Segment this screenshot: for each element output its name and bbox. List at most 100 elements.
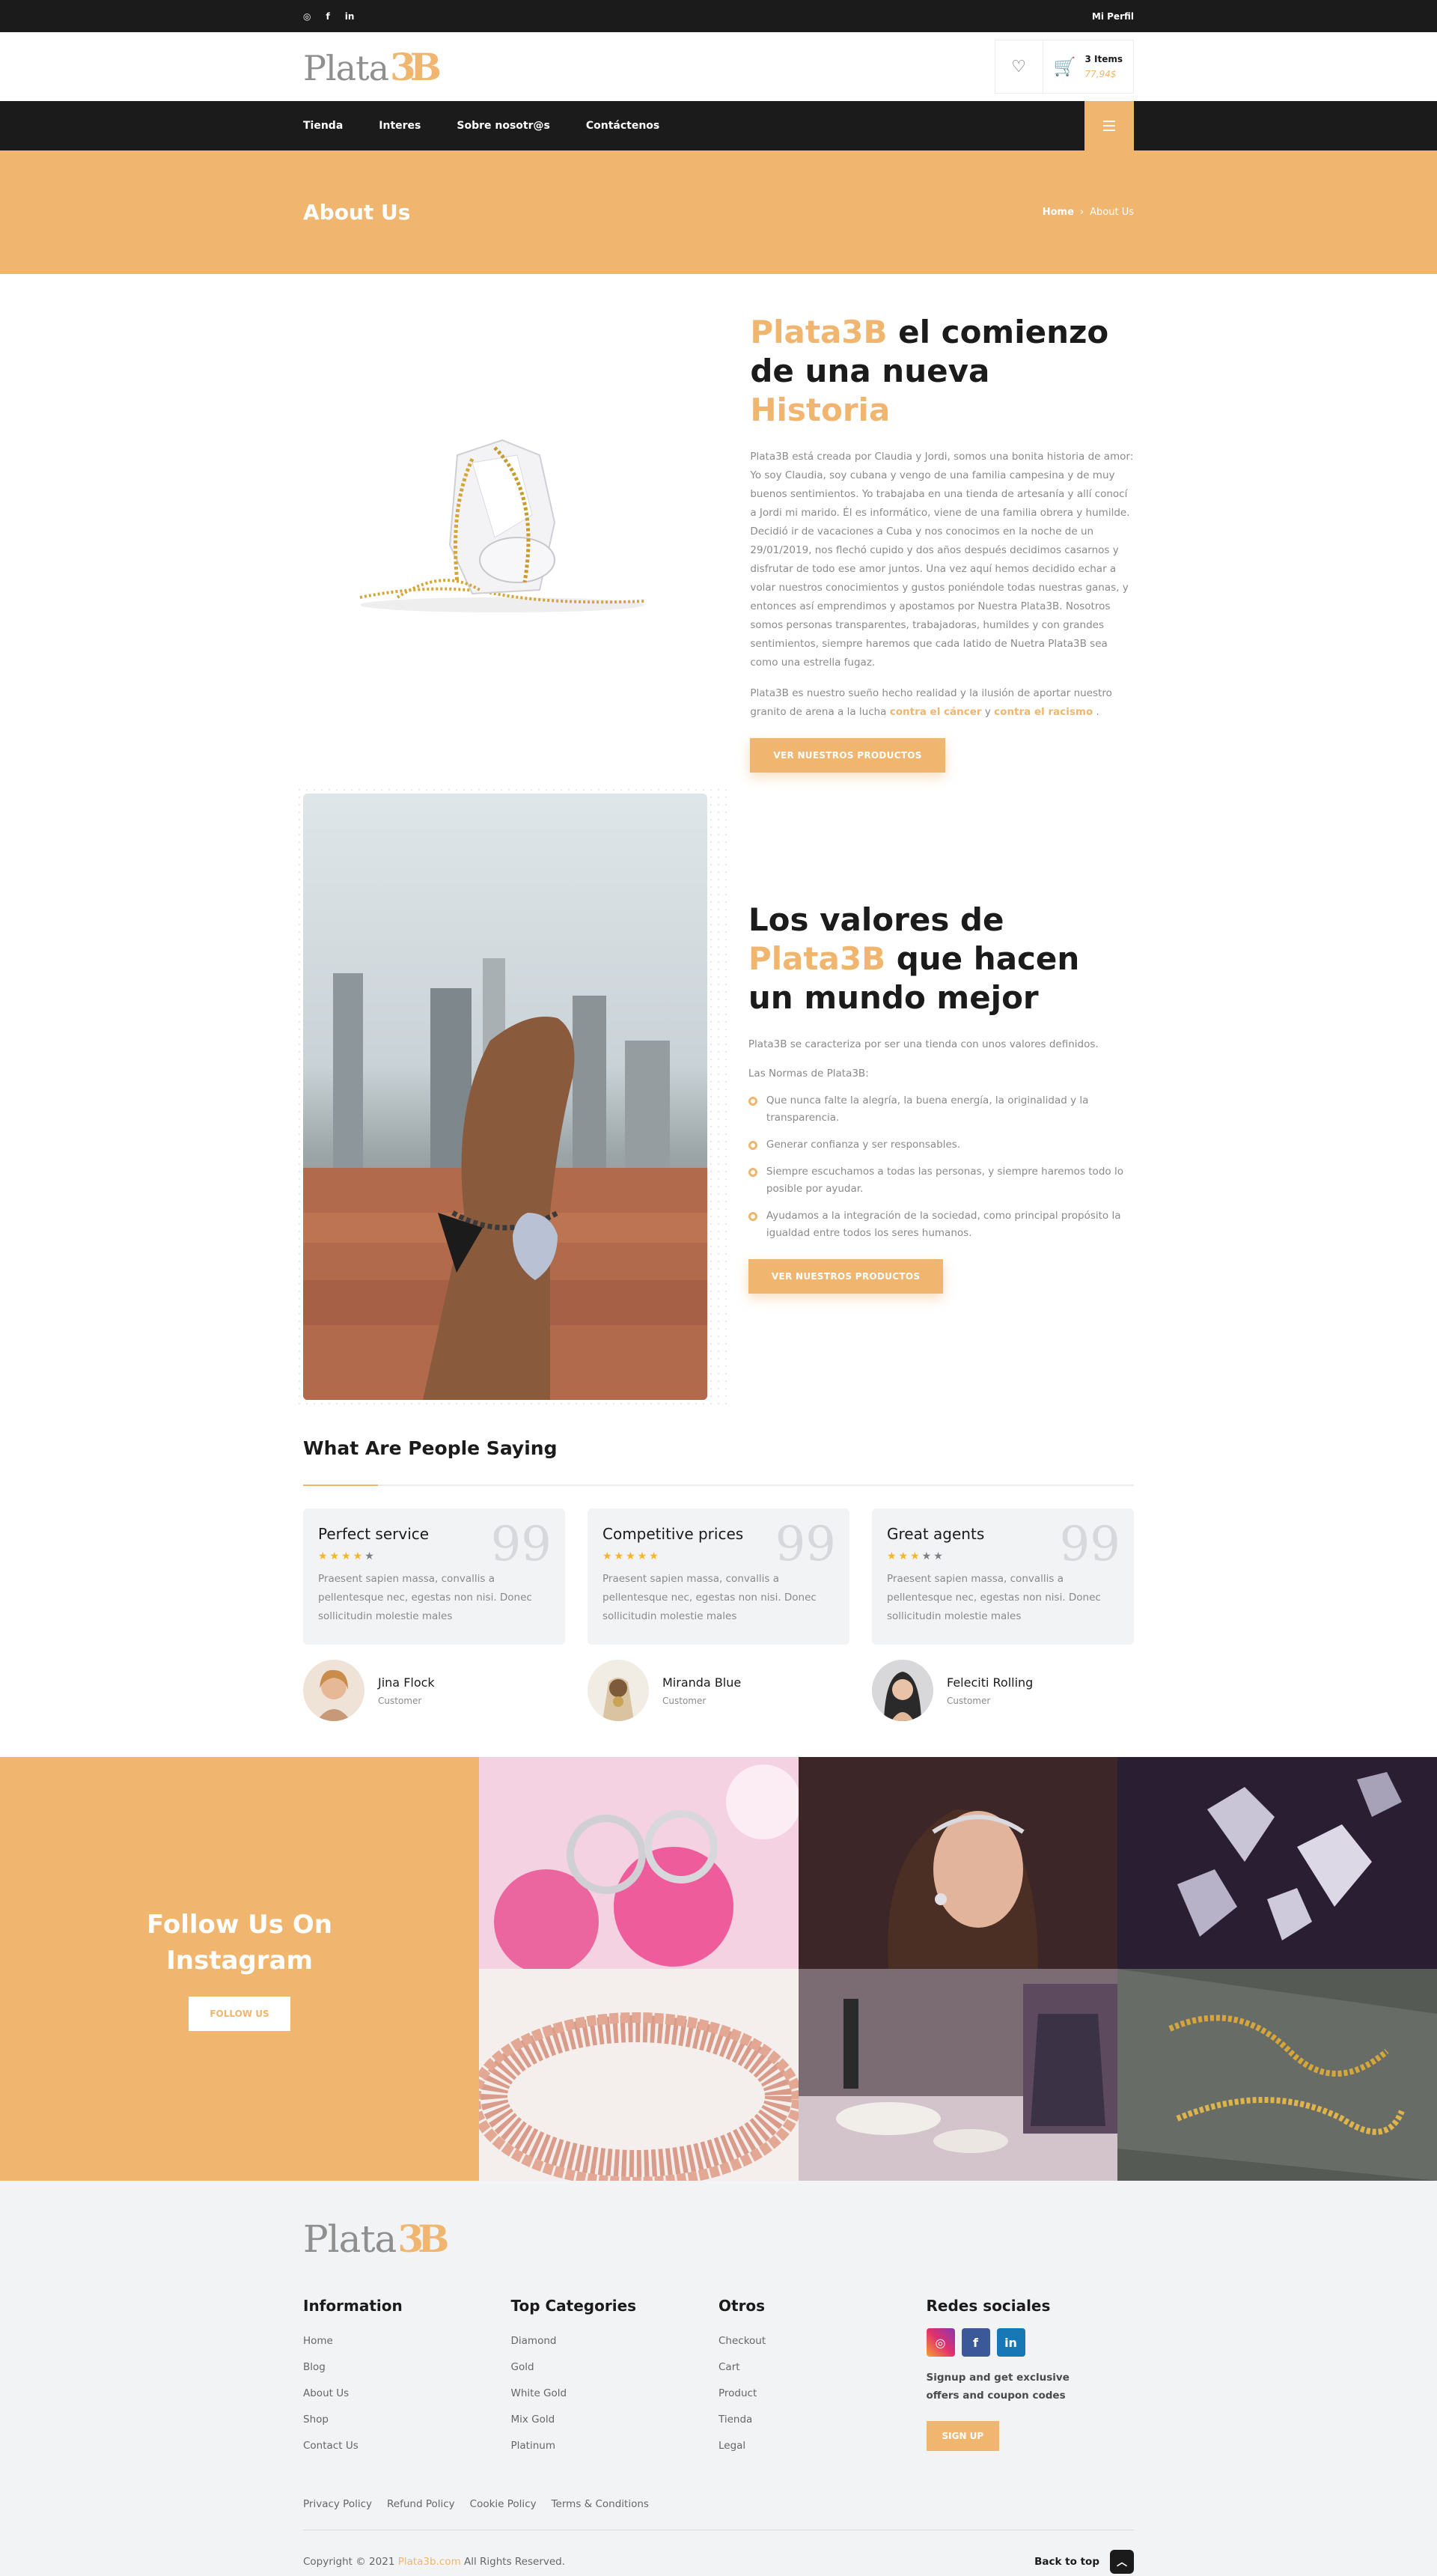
footer-link[interactable]: Shop (303, 2407, 511, 2433)
avatar (872, 1660, 933, 1721)
footer-link[interactable]: Blog (303, 2354, 511, 2381)
policy-link[interactable]: Privacy Policy (303, 2498, 372, 2510)
instagram-photo-rings[interactable] (479, 1757, 799, 1969)
nav-item-interes[interactable]: Interes (379, 120, 421, 132)
back-to-top-label: Back to top (1034, 2556, 1099, 2568)
signup-text: Signup and get exclusive offers and coup… (926, 2372, 1070, 2402)
footer-link[interactable]: Legal (718, 2433, 927, 2459)
footer-link[interactable]: Diamond (511, 2328, 719, 2354)
list-item: Que nunca falte la alegría, la buena ene… (748, 1092, 1134, 1127)
footer-link[interactable]: Checkout (718, 2328, 927, 2354)
footer-link[interactable]: Contact Us (303, 2433, 511, 2459)
facebook-icon[interactable]: f (961, 2328, 990, 2357)
footer-link[interactable]: Tienda (718, 2407, 927, 2433)
profile-link[interactable]: Mi Perfil (1092, 11, 1134, 22)
testimonial-cards: Perfect service 99 ★★★★★ Praesent sapien… (303, 1508, 1134, 1721)
footer: Plata 3B Information Home Blog About Us … (0, 2181, 1437, 2576)
link-contra-cancer[interactable]: contra el cáncer (890, 706, 982, 718)
testimonial-body: Praesent sapien massa, convallis a pelle… (887, 1573, 1101, 1622)
instagram-promo: Follow Us On Instagram FOLLOW US (0, 1757, 479, 2181)
instagram-section: Follow Us On Instagram FOLLOW US (0, 1757, 1437, 2181)
breadcrumb-current: About Us (1090, 207, 1134, 218)
footer-link[interactable]: Product (718, 2381, 927, 2407)
instagram-photo-diamonds[interactable] (1117, 1757, 1437, 1969)
footer-col-top-categories: Top Categories Diamond Gold White Gold M… (511, 2297, 719, 2459)
testimonial-author: Jina Flock Customer (303, 1660, 565, 1721)
testimonial-card: Competitive prices 99 ★★★★★ Praesent sap… (588, 1508, 849, 1645)
linkedin-icon[interactable]: in (996, 2328, 1025, 2357)
instagram-photo-pearl-bracelet[interactable] (479, 1969, 799, 2181)
policy-link[interactable]: Terms & Conditions (552, 2498, 649, 2510)
nav-item-sobre-nosotros[interactable]: Sobre nosotr@s (457, 120, 549, 132)
testimonial: Competitive prices 99 ★★★★★ Praesent sap… (588, 1508, 849, 1721)
top-social-links: ◎ f in (303, 11, 354, 22)
main-nav: Tienda Interes Sobre nosotr@s Contácteno… (0, 101, 1437, 150)
instagram-photo-jewelry-shop[interactable] (798, 1969, 1118, 2181)
link-contra-racismo[interactable]: contra el racismo (994, 706, 1093, 718)
view-products-button[interactable]: VER NUESTROS PRODUCTOS (750, 738, 945, 773)
author-role: Customer (662, 1695, 707, 1706)
linkedin-icon[interactable]: in (345, 11, 355, 22)
sign-up-button[interactable]: SIGN UP (926, 2421, 1000, 2451)
values-norms-label: Las Normas de Plata3B: (748, 1067, 869, 1080)
values-intro: Plata3B se caracteriza por ser una tiend… (748, 1038, 1099, 1050)
footer-link[interactable]: White Gold (511, 2381, 719, 2407)
menu-hamburger-icon[interactable] (1084, 101, 1134, 150)
testimonials-title: What Are People Saying (303, 1437, 558, 1459)
bullet-circle-icon (748, 1096, 757, 1106)
section-divider (303, 1485, 1134, 1486)
site-logo[interactable]: Plata 3B (303, 45, 442, 89)
chevron-up-icon: ︿ (1110, 2550, 1134, 2574)
footer-link[interactable]: Mix Gold (511, 2407, 719, 2433)
footer-link[interactable]: Gold (511, 2354, 719, 2381)
footer-logo[interactable]: Plata 3B (303, 2217, 1134, 2261)
footer-link[interactable]: About Us (303, 2381, 511, 2407)
breadcrumb: Home › About Us (1043, 207, 1134, 218)
instagram-photo-gold-chain[interactable] (1117, 1969, 1437, 2181)
nav-links: Tienda Interes Sobre nosotr@s Contácteno… (303, 120, 659, 132)
footer-col-title: Otros (718, 2297, 766, 2315)
nav-item-tienda[interactable]: Tienda (303, 120, 343, 132)
footer-link[interactable]: Platinum (511, 2433, 719, 2459)
header: Plata 3B ♡ 🛒 3 Items 77,94$ (0, 32, 1437, 101)
testimonials-section: What Are People Saying Perfect service 9… (0, 1400, 1437, 1721)
avatar (588, 1660, 649, 1721)
instagram-icon[interactable]: ◎ (303, 11, 311, 22)
footer-col-title: Information (303, 2297, 403, 2315)
breadcrumb-home[interactable]: Home (1043, 207, 1074, 218)
bullet-circle-icon (748, 1167, 757, 1177)
instagram-icon[interactable]: ◎ (926, 2328, 955, 2357)
top-bar: ◎ f in Mi Perfil (0, 0, 1437, 32)
testimonial-author: Feleciti Rolling Customer (872, 1660, 1134, 1721)
logo-mark: 3B (397, 2217, 449, 2261)
follow-us-button[interactable]: FOLLOW US (189, 1997, 290, 2031)
page-title: About Us (303, 200, 411, 225)
instagram-grid (479, 1757, 1437, 2181)
quote-icon: 99 (1059, 1517, 1120, 1572)
back-to-top-button[interactable]: Back to top ︿ (1034, 2550, 1134, 2574)
view-products-button[interactable]: VER NUESTROS PRODUCTOS (748, 1258, 944, 1294)
testimonial: Perfect service 99 ★★★★★ Praesent sapien… (303, 1508, 565, 1721)
nav-item-contactenos[interactable]: Contáctenos (586, 120, 659, 132)
footer-col-information: Information Home Blog About Us Shop Cont… (303, 2297, 511, 2459)
policy-link[interactable]: Refund Policy (387, 2498, 455, 2510)
bracelet-photo (303, 794, 707, 1400)
values-section: Los valores de Plata3B que hacen un mund… (0, 786, 1437, 1407)
about-section: Plata3B el comienzo de una nueva Histori… (0, 274, 1437, 773)
list-item: Siempre escuchamos a todas las personas,… (748, 1163, 1134, 1198)
facebook-icon[interactable]: f (326, 11, 329, 22)
instagram-photo-model[interactable] (798, 1757, 1118, 1969)
about-heading: Plata3B el comienzo de una nueva Histori… (750, 314, 1109, 428)
cart-widget[interactable]: 🛒 3 Items 77,94$ (1043, 40, 1133, 94)
footer-link[interactable]: Cart (718, 2354, 927, 2381)
testimonial-card: Perfect service 99 ★★★★★ Praesent sapien… (303, 1508, 565, 1645)
wishlist-heart-icon[interactable]: ♡ (995, 40, 1043, 94)
author-name: Jina Flock (378, 1675, 435, 1690)
policy-link[interactable]: Cookie Policy (470, 2498, 537, 2510)
footer-link[interactable]: Home (303, 2328, 511, 2354)
footer-col-title: Redes sociales (926, 2297, 1051, 2315)
footer-social-icons: ◎ f in (926, 2328, 1135, 2357)
bullet-circle-icon (748, 1211, 757, 1221)
brand-link[interactable]: Plata3b.com (398, 2556, 461, 2568)
values-text: Los valores de Plata3B que hacen un mund… (748, 901, 1134, 1294)
